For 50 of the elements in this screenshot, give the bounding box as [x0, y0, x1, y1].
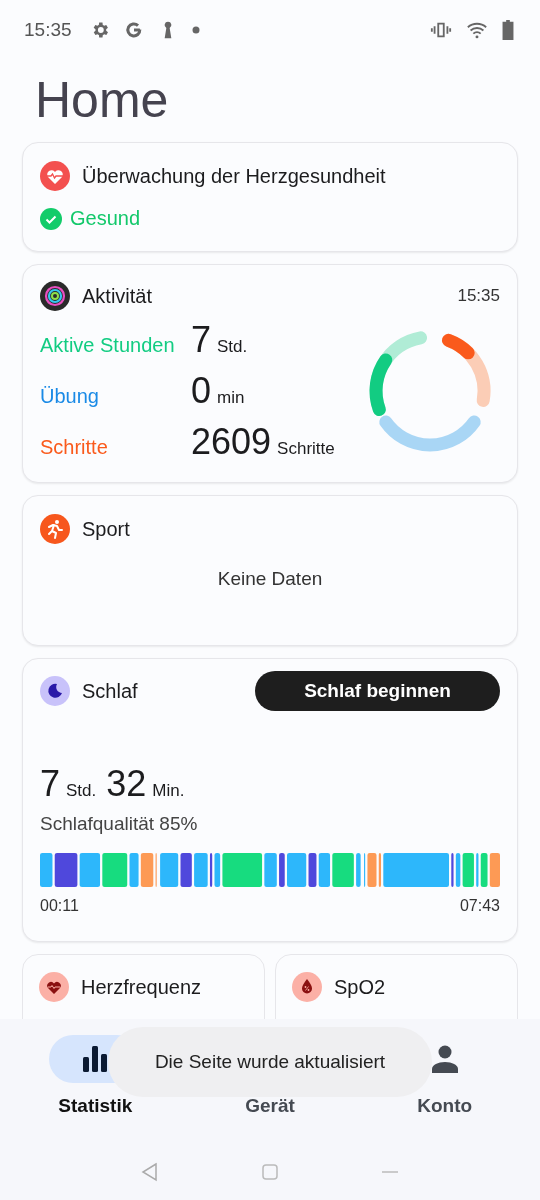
card-title: Schlaf [82, 679, 138, 703]
metric-label: Aktive Stunden [40, 334, 176, 357]
nav-label[interactable]: Konto [417, 1095, 473, 1117]
home-icon[interactable] [260, 1162, 280, 1182]
hours-unit: Std. [66, 781, 97, 801]
person-icon [430, 1044, 459, 1074]
card-title: Aktivität [82, 284, 153, 308]
card-title: Herzfrequenz [81, 975, 202, 1000]
metric-value: 2609 [191, 421, 272, 463]
empty-message: Keine Daten [216, 568, 324, 590]
sleep-quality: Schlafqualität 85% [40, 813, 199, 835]
dot-icon [191, 26, 200, 34]
drop-icon [292, 972, 322, 1002]
check-icon [40, 207, 62, 230]
update-time: 15:35 [457, 286, 500, 306]
nav-label[interactable]: Statistik [58, 1095, 133, 1117]
card-title: Sport [82, 517, 130, 541]
moon-icon [40, 676, 70, 706]
activity-rings-icon [40, 281, 70, 311]
back-icon[interactable] [140, 1162, 160, 1182]
metric-card[interactable]: Herzfrequenz [22, 954, 265, 1019]
metric-value: 7 [191, 319, 212, 361]
metric-unit: min [217, 388, 245, 408]
sleep-hours: 7 [40, 763, 61, 805]
metric-label: Übung [40, 385, 100, 408]
start-time: 00:11 [40, 897, 79, 915]
activity-card[interactable]: Aktivität 15:35 Aktive Stunden 7 Std. Übung 0 min Schritte 2609 Schritte [22, 264, 518, 483]
google-icon [123, 20, 144, 40]
metric-value: 0 [191, 370, 212, 412]
minutes-unit: Min. [152, 781, 185, 801]
sport-card[interactable]: Sport Keine Daten [22, 495, 518, 646]
health-status: Gesund [70, 207, 141, 230]
metric-label: Schritte [40, 436, 109, 459]
page-title: Home [35, 72, 170, 128]
metric-unit: Schritte [277, 439, 335, 459]
status-time: 15:35 [24, 19, 72, 41]
refresh-toast: Die Seite wurde aktualisiert [108, 1027, 432, 1097]
battery-icon [502, 20, 514, 40]
card-title: Überwachung der Herzgesundheit [82, 164, 386, 188]
metric-card[interactable]: SpO2 [275, 954, 518, 1019]
heart-health-card[interactable]: Überwachung der Herzgesundheit Gesund [22, 142, 518, 252]
end-time: 07:43 [459, 897, 500, 915]
sleep-card[interactable]: Schlaf Schlaf beginnen 7 Std. 32 Min. Schlafqualität 85% 00:11 07:43 [22, 658, 518, 942]
metric-unit: Std. [217, 337, 248, 357]
card-title: SpO2 [334, 975, 386, 1000]
running-icon [40, 514, 70, 544]
bar-chart-icon [81, 1045, 110, 1073]
sleep-minutes: 32 [106, 763, 147, 805]
nav-label[interactable]: Gerät [245, 1095, 295, 1117]
start-sleep-button[interactable]: Schlaf beginnen [255, 671, 500, 711]
